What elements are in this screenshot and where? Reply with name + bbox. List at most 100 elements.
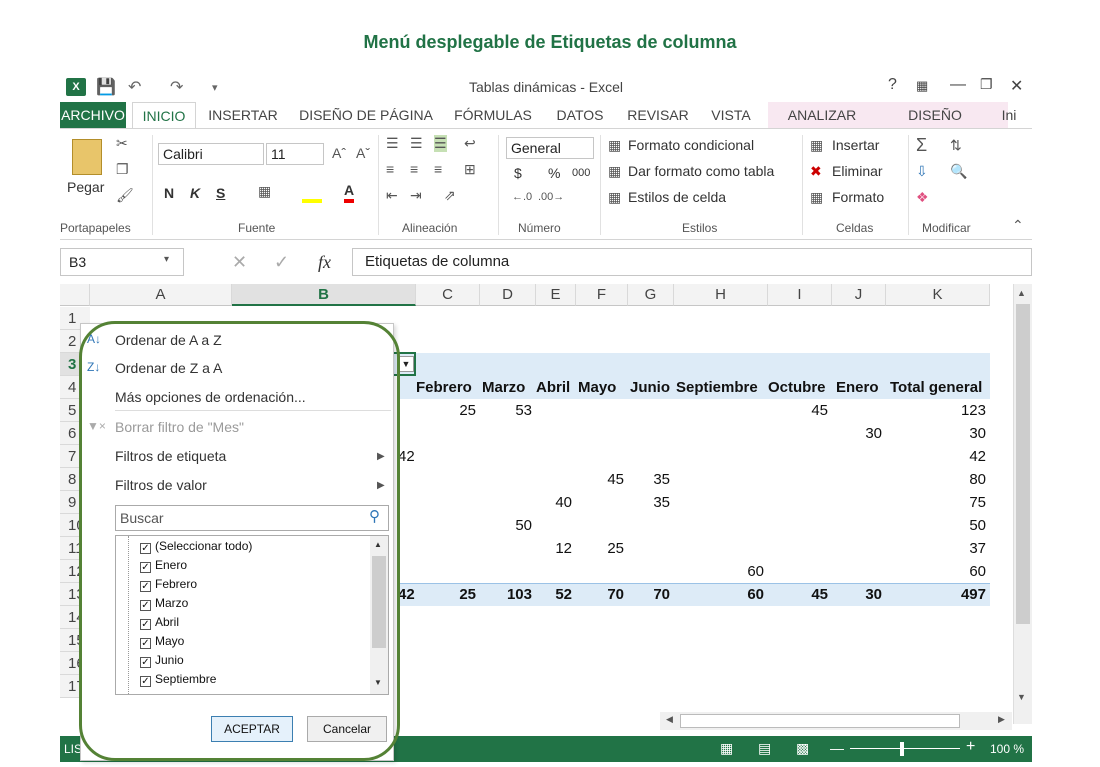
confirm-entry-icon[interactable]: ✓ <box>274 252 289 273</box>
formula-input[interactable]: Etiquetas de columna <box>352 248 1032 276</box>
pivot-cell[interactable]: 35 <box>628 468 674 491</box>
find-select-icon[interactable]: 🔍 <box>950 163 967 180</box>
wrap-text-icon[interactable]: ↩ <box>464 135 476 152</box>
scroll-right-icon[interactable]: ▶ <box>998 714 1005 725</box>
collapse-ribbon-icon[interactable]: ⌃ <box>1012 217 1024 234</box>
tab-inicio[interactable]: INICIO <box>132 102 196 128</box>
number-format-select[interactable]: General <box>506 137 594 159</box>
pivot-cell[interactable]: 60 <box>886 560 990 583</box>
tab-insertar[interactable]: INSERTAR <box>206 102 280 128</box>
fill-color-icon[interactable] <box>302 185 322 203</box>
underline-button[interactable]: S <box>216 185 225 201</box>
delete-cells-icon[interactable]: ✖ <box>810 163 822 180</box>
pivot-col-header[interactable]: Mayo <box>578 376 628 399</box>
pivot-col-header[interactable]: Junio <box>630 376 674 399</box>
format-table-icon[interactable]: ▦ <box>608 163 621 180</box>
pivot-col-header[interactable]: Total general <box>890 376 990 399</box>
tab-overflow[interactable]: Ini <box>996 102 1022 128</box>
align-left-icon[interactable]: ≡ <box>386 161 394 177</box>
increase-indent-icon[interactable]: ⇥ <box>410 187 422 204</box>
col-header-j[interactable]: J <box>832 284 886 306</box>
restore-icon[interactable]: ❐ <box>980 76 993 93</box>
horizontal-scrollbar[interactable]: ◀ ▶ <box>660 712 1012 730</box>
pivot-col-header[interactable]: Marzo <box>482 376 536 399</box>
pivot-cell[interactable]: 35 <box>628 491 674 514</box>
zoom-slider-thumb[interactable] <box>900 742 904 756</box>
cell-styles-button[interactable]: Estilos de celda <box>628 189 726 205</box>
pivot-total-cell[interactable]: 497 <box>886 583 990 606</box>
sort-filter-icon[interactable]: ⇅ <box>950 137 962 154</box>
pivot-total-cell[interactable]: 52 <box>536 583 576 606</box>
pivot-cell[interactable]: 50 <box>480 514 536 537</box>
pivot-total-cell[interactable]: 45 <box>768 583 832 606</box>
name-box-dropdown-icon[interactable]: ▾ <box>164 254 169 265</box>
insert-cells-button[interactable]: Insertar <box>832 137 879 153</box>
pivot-total-cell[interactable]: 103 <box>480 583 536 606</box>
font-color-icon[interactable]: A <box>344 181 355 203</box>
format-cells-icon[interactable]: ▦ <box>810 189 823 206</box>
copy-icon[interactable]: ❐ <box>116 161 129 178</box>
align-center-icon[interactable]: ≡ <box>410 161 418 177</box>
format-painter-icon[interactable]: 🖌 <box>116 187 134 204</box>
col-header-b[interactable]: B <box>232 284 416 306</box>
thousands-button[interactable]: 000 <box>572 167 590 179</box>
format-cells-button[interactable]: Formato <box>832 189 884 205</box>
pivot-cell[interactable]: 60 <box>674 560 768 583</box>
clear-icon[interactable]: ❖ <box>916 189 929 206</box>
tab-diseno[interactable]: DISEÑO <box>900 102 970 128</box>
close-icon[interactable]: ✕ <box>1010 76 1023 96</box>
tab-formulas[interactable]: FÓRMULAS <box>452 102 534 128</box>
conditional-format-button[interactable]: Formato condicional <box>628 137 754 153</box>
bold-button[interactable]: N <box>164 185 174 201</box>
col-header-e[interactable]: E <box>536 284 576 306</box>
pivot-total-cell[interactable]: 25 <box>416 583 480 606</box>
pivot-cell[interactable]: 30 <box>832 422 886 445</box>
scroll-thumb[interactable] <box>1016 304 1030 624</box>
pivot-cell[interactable]: 45 <box>768 399 832 422</box>
zoom-slider[interactable] <box>850 748 960 749</box>
pivot-col-header[interactable]: Abril <box>536 376 576 399</box>
align-middle-icon[interactable]: ☰ <box>410 135 423 152</box>
align-right-icon[interactable]: ≡ <box>434 161 442 177</box>
tab-archivo[interactable]: ARCHIVO <box>60 102 126 128</box>
italic-button[interactable]: K <box>190 185 200 201</box>
col-header-c[interactable]: C <box>416 284 480 306</box>
insert-cells-icon[interactable]: ▦ <box>810 137 823 154</box>
format-table-button[interactable]: Dar formato como tabla <box>628 163 774 179</box>
delete-cells-button[interactable]: Eliminar <box>832 163 883 179</box>
tab-diseno-pagina[interactable]: DISEÑO DE PÁGINA <box>298 102 434 128</box>
cell-styles-icon[interactable]: ▦ <box>608 189 621 206</box>
select-all-corner[interactable] <box>60 284 90 306</box>
minimize-icon[interactable]: — <box>950 76 966 94</box>
col-header-h[interactable]: H <box>674 284 768 306</box>
tab-analizar[interactable]: ANALIZAR <box>782 102 862 128</box>
scroll-up-icon[interactable]: ▲ <box>1017 288 1026 298</box>
currency-button[interactable]: $ <box>514 165 522 181</box>
pivot-col-header[interactable]: Octubre <box>768 376 832 399</box>
ribbon-display-icon[interactable]: ▦ <box>916 78 928 94</box>
zoom-out-icon[interactable]: — <box>830 740 844 756</box>
col-header-f[interactable]: F <box>576 284 628 306</box>
help-icon[interactable]: ? <box>888 76 897 94</box>
percent-button[interactable]: % <box>548 165 560 181</box>
decrease-indent-icon[interactable]: ⇤ <box>386 187 398 204</box>
pivot-total-cell[interactable]: 30 <box>832 583 886 606</box>
pivot-cell[interactable]: 50 <box>886 514 990 537</box>
pivot-cell[interactable]: 37 <box>886 537 990 560</box>
col-header-d[interactable]: D <box>480 284 536 306</box>
cancel-entry-icon[interactable]: ✕ <box>232 252 247 273</box>
tab-vista[interactable]: VISTA <box>706 102 756 128</box>
pivot-cell[interactable]: 45 <box>576 468 628 491</box>
pivot-total-cell[interactable]: 60 <box>674 583 768 606</box>
align-bottom-icon[interactable]: ☰ <box>434 135 447 152</box>
increase-decimal-icon[interactable]: ←.0 <box>512 191 532 203</box>
paste-label[interactable]: Pegar <box>67 179 104 195</box>
decrease-decimal-icon[interactable]: .00→ <box>538 191 564 203</box>
tab-revisar[interactable]: REVISAR <box>624 102 692 128</box>
cut-icon[interactable]: ✂ <box>116 135 128 152</box>
shrink-font-icon[interactable]: Aˇ <box>356 145 370 161</box>
autosum-icon[interactable]: Σ <box>916 135 927 156</box>
font-size-select[interactable]: 11 <box>266 143 324 165</box>
pivot-cell[interactable]: 42 <box>398 445 418 468</box>
align-top-icon[interactable]: ☰ <box>386 135 399 152</box>
